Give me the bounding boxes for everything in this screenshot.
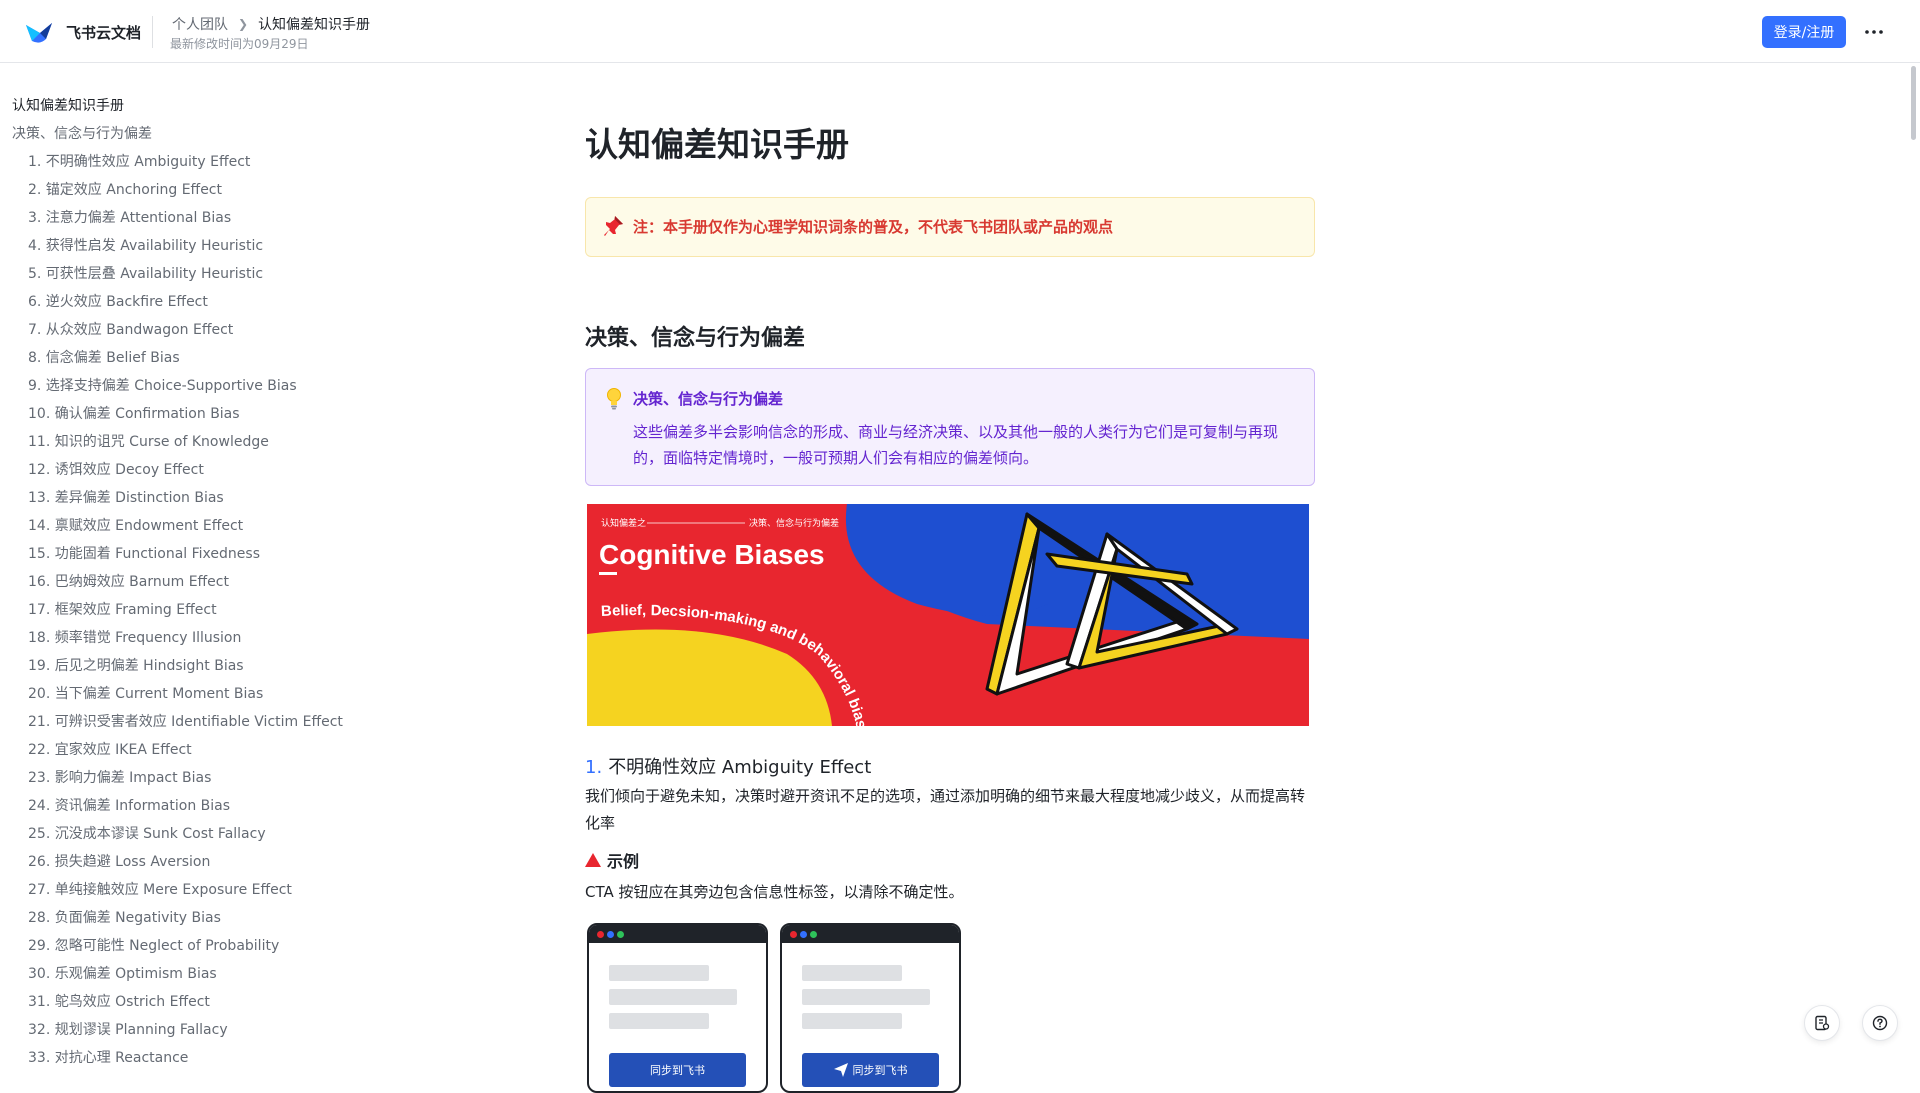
question-icon [1872, 1015, 1888, 1031]
toc-item[interactable]: 33. 对抗心理 Reactance [0, 1044, 380, 1072]
callout-body: 这些偏差多半会影响信念的形成、商业与经济决策、以及其他一般的人类行为它们是可复制… [633, 423, 1279, 467]
toc-item[interactable]: 18. 频率错觉 Frequency Illusion [0, 624, 380, 652]
more-icon[interactable] [1862, 20, 1886, 44]
sync-button-with-icon: 同步到飞书 [802, 1053, 939, 1087]
red-triangle-icon [585, 853, 601, 867]
table-of-contents: 认知偏差知识手册 决策、信念与行为偏差 1. 不明确性效应 Ambiguity Ef… [0, 92, 380, 1072]
toc-item[interactable]: 22. 宜家效应 IKEA Effect [0, 736, 380, 764]
header-divider [152, 16, 153, 48]
info-callout: 决策、信念与行为偏差 这些偏差多半会影响信念的形成、商业与经济决策、以及其他一般… [585, 368, 1315, 486]
mockup-titlebar [589, 925, 766, 943]
chevron-right-icon: ❯ [238, 17, 249, 31]
toc-item[interactable]: 2. 锚定效应 Anchoring Effect [0, 176, 380, 204]
document-outline-button[interactable] [1804, 1005, 1840, 1041]
document-title: 认知偏差知识手册 [585, 125, 849, 164]
note-text: 注：本手册仅作为心理学知识词条的普及，不代表飞书团队或产品的观点 [633, 218, 1114, 236]
banner-tag-right: 决策、信念与行为偏差 [749, 517, 839, 528]
example-heading: 示例 [585, 848, 639, 872]
mockup-titlebar [782, 925, 959, 943]
scrollbar[interactable] [1911, 66, 1916, 140]
toc-item[interactable]: 决策、信念与行为偏差 [0, 120, 380, 148]
toc-item[interactable]: 10. 确认偏差 Confirmation Bias [0, 400, 380, 428]
toc-item[interactable]: 14. 禀赋效应 Endowment Effect [0, 512, 380, 540]
banner-title: Cognitive Biases [599, 539, 825, 570]
callout-title: 决策、信念与行为偏差 [633, 390, 784, 408]
item-title: 不明确性效应 Ambiguity Effect [608, 757, 872, 778]
sync-button-label: 同步到飞书 [852, 1064, 908, 1077]
toc-item[interactable]: 5. 可获性层叠 Availability Heuristic [0, 260, 380, 288]
toc-item[interactable]: 19. 后见之明偏差 Hindsight Bias [0, 652, 380, 680]
top-header: 飞书云文档 个人团队 ❯ 认知偏差知识手册 最新修改时间为09月29日 登录/注… [0, 0, 1920, 63]
note-callout: 注：本手册仅作为心理学知识词条的普及，不代表飞书团队或产品的观点 [585, 197, 1315, 257]
toc-item[interactable]: 认知偏差知识手册 [0, 92, 380, 120]
breadcrumb: 个人团队 ❯ 认知偏差知识手册 [172, 14, 370, 34]
banner-tag-left: 认知偏差之 [601, 517, 646, 528]
toc-item[interactable]: 27. 单纯接触效应 Mere Exposure Effect [0, 876, 380, 904]
toc-item[interactable]: 28. 负面偏差 Negativity Bias [0, 904, 380, 932]
pushpin-icon [604, 216, 623, 236]
item-heading: 1. 不明确性效应 Ambiguity Effect [585, 753, 871, 779]
toc-item[interactable]: 29. 忽略可能性 Neglect of Probability [0, 932, 380, 960]
toc-item[interactable]: 20. 当下偏差 Current Moment Bias [0, 680, 380, 708]
document-icon [1815, 1015, 1830, 1031]
toc-item[interactable]: 23. 影响力偏差 Impact Bias [0, 764, 380, 792]
banner-artwork: 认知偏差之 决策、信念与行为偏差 Cognitive Biases Belief… [587, 504, 1309, 726]
breadcrumb-doc[interactable]: 认知偏差知识手册 [258, 14, 370, 34]
last-modified: 最新修改时间为09月29日 [170, 37, 309, 51]
toc-item[interactable]: 7. 从众效应 Bandwagon Effect [0, 316, 380, 344]
toc-item[interactable]: 25. 沉没成本谬误 Sunk Cost Fallacy [0, 820, 380, 848]
login-button[interactable]: 登录/注册 [1762, 16, 1846, 48]
toc-item[interactable]: 24. 资讯偏差 Information Bias [0, 792, 380, 820]
toc-item[interactable]: 3. 注意力偏差 Attentional Bias [0, 204, 380, 232]
mockup-window-1: 同步到飞书 [587, 923, 768, 1093]
help-button[interactable] [1862, 1005, 1898, 1041]
lightbulb-icon [607, 388, 621, 410]
toc-item[interactable]: 17. 框架效应 Framing Effect [0, 596, 380, 624]
send-icon [833, 1063, 848, 1077]
feishu-docs-logo[interactable] [24, 19, 54, 45]
cognitive-biases-banner[interactable]: 认知偏差之 决策、信念与行为偏差 Cognitive Biases Belief… [587, 504, 1309, 726]
mockup-window-2: 同步到飞书 [780, 923, 961, 1093]
toc-item[interactable]: 12. 诱饵效应 Decoy Effect [0, 456, 380, 484]
toc-item[interactable]: 13. 差异偏差 Distinction Bias [0, 484, 380, 512]
toc-item[interactable]: 8. 信念偏差 Belief Bias [0, 344, 380, 372]
toc-item[interactable]: 30. 乐观偏差 Optimism Bias [0, 960, 380, 988]
example-label: 示例 [607, 852, 640, 871]
toc-item[interactable]: 6. 逆火效应 Backfire Effect [0, 288, 380, 316]
toc-item[interactable]: 31. 鸵鸟效应 Ostrich Effect [0, 988, 380, 1016]
item-number: 1. [585, 757, 603, 778]
section-heading: 决策、信念与行为偏差 [585, 326, 806, 351]
breadcrumb-team[interactable]: 个人团队 [172, 14, 228, 34]
toc-item[interactable]: 4. 获得性启发 Availability Heuristic [0, 232, 380, 260]
toc-item[interactable]: 1. 不明确性效应 Ambiguity Effect [0, 148, 380, 176]
toc-item[interactable]: 11. 知识的诅咒 Curse of Knowledge [0, 428, 380, 456]
toc-item[interactable]: 9. 选择支持偏差 Choice-Supportive Bias [0, 372, 380, 400]
toc-item[interactable]: 15. 功能固着 Functional Fixedness [0, 540, 380, 568]
example-text: CTA 按钮应在其旁边包含信息性标签，以清除不确定性。 [585, 883, 964, 901]
toc-item[interactable]: 32. 规划谬误 Planning Fallacy [0, 1016, 380, 1044]
brand-name[interactable]: 飞书云文档 [66, 22, 141, 43]
toc-item[interactable]: 16. 巴纳姆效应 Barnum Effect [0, 568, 380, 596]
sync-button-plain: 同步到飞书 [609, 1053, 746, 1087]
toc-item[interactable]: 21. 可辨识受害者效应 Identifiable Victim Effect [0, 708, 380, 736]
toc-item[interactable]: 26. 损失趋避 Loss Aversion [0, 848, 380, 876]
item-description: 我们倾向于避免未知，决策时避开资讯不足的选项，通过添加明确的细节来最大程度地减少… [585, 787, 1306, 832]
